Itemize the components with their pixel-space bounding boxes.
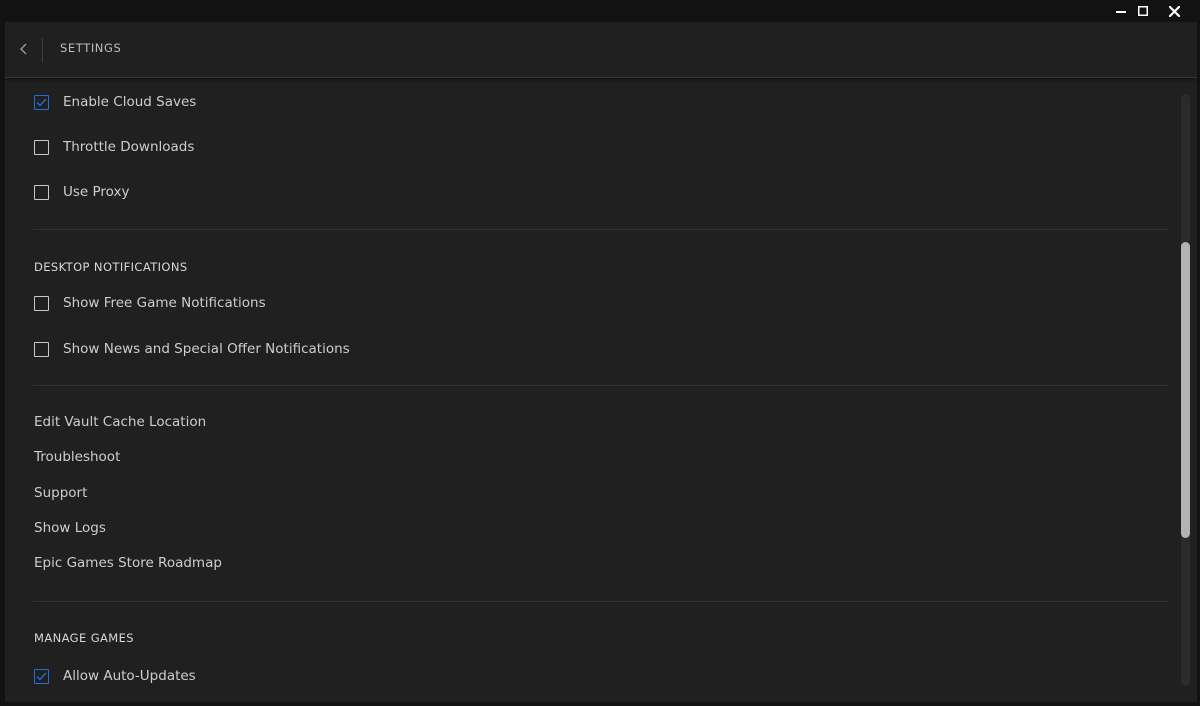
enable-cloud-saves-label: Enable Cloud Saves [63, 94, 197, 110]
minimize-icon [1116, 6, 1126, 16]
section-divider [33, 385, 1169, 386]
use-proxy-checkbox[interactable] [34, 184, 49, 200]
section-divider [33, 229, 1169, 230]
news-offer-notifications-checkbox[interactable] [34, 341, 49, 357]
roadmap-link[interactable]: Epic Games Store Roadmap [34, 555, 222, 571]
checkmark-icon [36, 98, 47, 106]
maximize-icon [1138, 6, 1148, 16]
free-game-notifications-checkbox[interactable] [34, 295, 49, 311]
scrollbar-track[interactable] [1181, 94, 1190, 686]
back-button[interactable] [13, 38, 35, 60]
settings-panel: SETTINGS Enable Cloud Saves Throttle Dow… [5, 22, 1197, 702]
section-divider [33, 601, 1169, 602]
close-button[interactable] [1160, 0, 1188, 22]
throttle-downloads-label: Throttle Downloads [63, 139, 195, 155]
troubleshoot-link[interactable]: Troubleshoot [34, 449, 120, 465]
manage-games-heading: MANAGE GAMES [34, 631, 134, 645]
header-divider [42, 38, 43, 62]
title-bar [0, 0, 1200, 22]
news-offer-notifications-option[interactable]: Show News and Special Offer Notification… [34, 338, 350, 360]
settings-header: SETTINGS [5, 22, 1197, 78]
checkmark-icon [36, 672, 47, 680]
use-proxy-option[interactable]: Use Proxy [34, 181, 130, 203]
scrollbar-thumb[interactable] [1181, 242, 1190, 538]
allow-auto-updates-checkbox[interactable] [34, 668, 49, 684]
enable-cloud-saves-option[interactable]: Enable Cloud Saves [34, 91, 196, 113]
allow-auto-updates-option[interactable]: Allow Auto-Updates [34, 665, 196, 687]
throttle-downloads-option[interactable]: Throttle Downloads [34, 136, 194, 158]
show-logs-link[interactable]: Show Logs [34, 520, 106, 536]
edit-vault-cache-link[interactable]: Edit Vault Cache Location [34, 414, 206, 430]
desktop-notifications-heading: DESKTOP NOTIFICATIONS [34, 260, 188, 274]
close-icon [1168, 5, 1180, 17]
settings-content: Enable Cloud Saves Throttle Downloads Us… [5, 78, 1197, 702]
use-proxy-label: Use Proxy [63, 184, 130, 200]
allow-auto-updates-label: Allow Auto-Updates [63, 668, 196, 684]
page-title: SETTINGS [60, 41, 122, 55]
enable-cloud-saves-checkbox[interactable] [34, 94, 49, 110]
news-offer-notifications-label: Show News and Special Offer Notification… [63, 341, 350, 357]
free-game-notifications-option[interactable]: Show Free Game Notifications [34, 292, 266, 314]
throttle-downloads-checkbox[interactable] [34, 139, 49, 155]
maximize-button[interactable] [1129, 0, 1157, 22]
app-window: SETTINGS Enable Cloud Saves Throttle Dow… [0, 0, 1200, 706]
chevron-left-icon [19, 40, 29, 59]
free-game-notifications-label: Show Free Game Notifications [63, 295, 266, 311]
support-link[interactable]: Support [34, 485, 87, 501]
